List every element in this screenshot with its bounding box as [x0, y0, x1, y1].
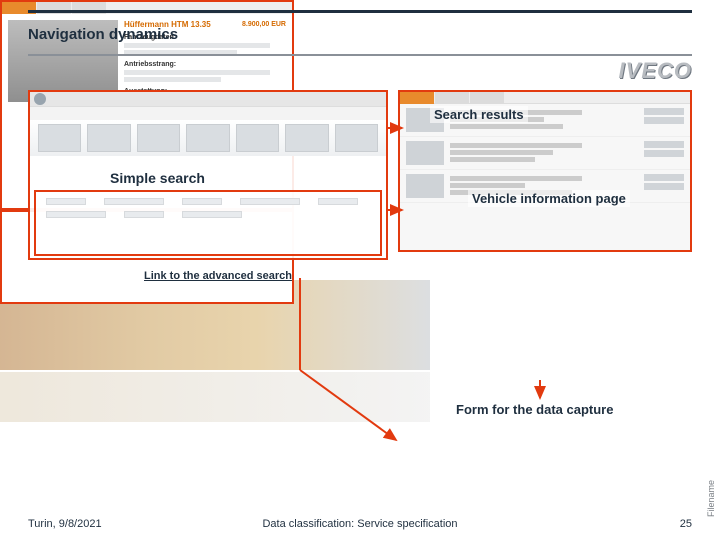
vehicle-type-thumb[interactable] — [137, 124, 180, 152]
footer-filename: Filename — [706, 480, 716, 517]
advanced-search-link-label: Link to the advanced search — [144, 270, 292, 282]
result-action-icon[interactable] — [644, 141, 684, 148]
filter-dropdown[interactable] — [182, 211, 242, 218]
filter-field[interactable] — [318, 198, 358, 205]
vehicle-type-thumb[interactable] — [38, 124, 81, 152]
filter-dropdown[interactable] — [46, 211, 106, 218]
filter-field[interactable] — [46, 198, 86, 205]
result-action-icon[interactable] — [644, 117, 684, 124]
vehicle-type-thumb[interactable] — [335, 124, 378, 152]
simple-search-header — [30, 92, 386, 106]
form-capture-label: Form for the data capture — [456, 402, 613, 417]
brand-logo: IVECO — [619, 58, 692, 84]
result-thumb — [406, 174, 444, 198]
result-thumb — [406, 141, 444, 165]
vehicle-info-label: Vehicle information page — [468, 190, 630, 207]
decorative-trucks-bg-2 — [0, 372, 430, 422]
vehicle-type-thumb[interactable] — [236, 124, 279, 152]
mid-rule — [28, 54, 692, 56]
brand-dot-icon — [34, 93, 46, 105]
filter-field[interactable] — [182, 198, 222, 205]
vehicle-type-row — [30, 120, 386, 156]
simple-search-tabs — [30, 106, 386, 120]
slide-title: Navigation dynamics — [28, 26, 178, 43]
result-row[interactable] — [400, 137, 690, 170]
vehicle-type-thumb[interactable] — [87, 124, 130, 152]
simple-search-filters-frame — [34, 190, 382, 256]
top-rule — [28, 10, 692, 13]
simple-search-label: Simple search — [110, 170, 205, 186]
results-tab-active[interactable] — [400, 92, 434, 104]
search-results-label: Search results — [430, 106, 528, 123]
filter-dropdown[interactable] — [240, 198, 300, 205]
arrow-adv-to-form — [300, 370, 396, 440]
footer-page-number: 25 — [680, 518, 692, 530]
result-actions — [644, 174, 684, 198]
filter-dropdown[interactable] — [104, 198, 164, 205]
result-actions — [644, 141, 684, 165]
results-tabs — [400, 92, 690, 104]
result-action-icon[interactable] — [644, 108, 684, 115]
result-actions — [644, 108, 684, 132]
result-action-icon[interactable] — [644, 150, 684, 157]
result-info — [450, 141, 638, 165]
results-tab[interactable] — [470, 92, 504, 104]
footer-classification: Data classification: Service specificati… — [0, 518, 720, 530]
results-tab[interactable] — [435, 92, 469, 104]
vehicle-type-thumb[interactable] — [285, 124, 328, 152]
result-action-icon[interactable] — [644, 174, 684, 181]
vehicle-type-thumb[interactable] — [186, 124, 229, 152]
filter-field[interactable] — [124, 211, 164, 218]
vehicle-section-heading: Antriebsstrang: — [124, 61, 286, 68]
result-action-icon[interactable] — [644, 183, 684, 190]
